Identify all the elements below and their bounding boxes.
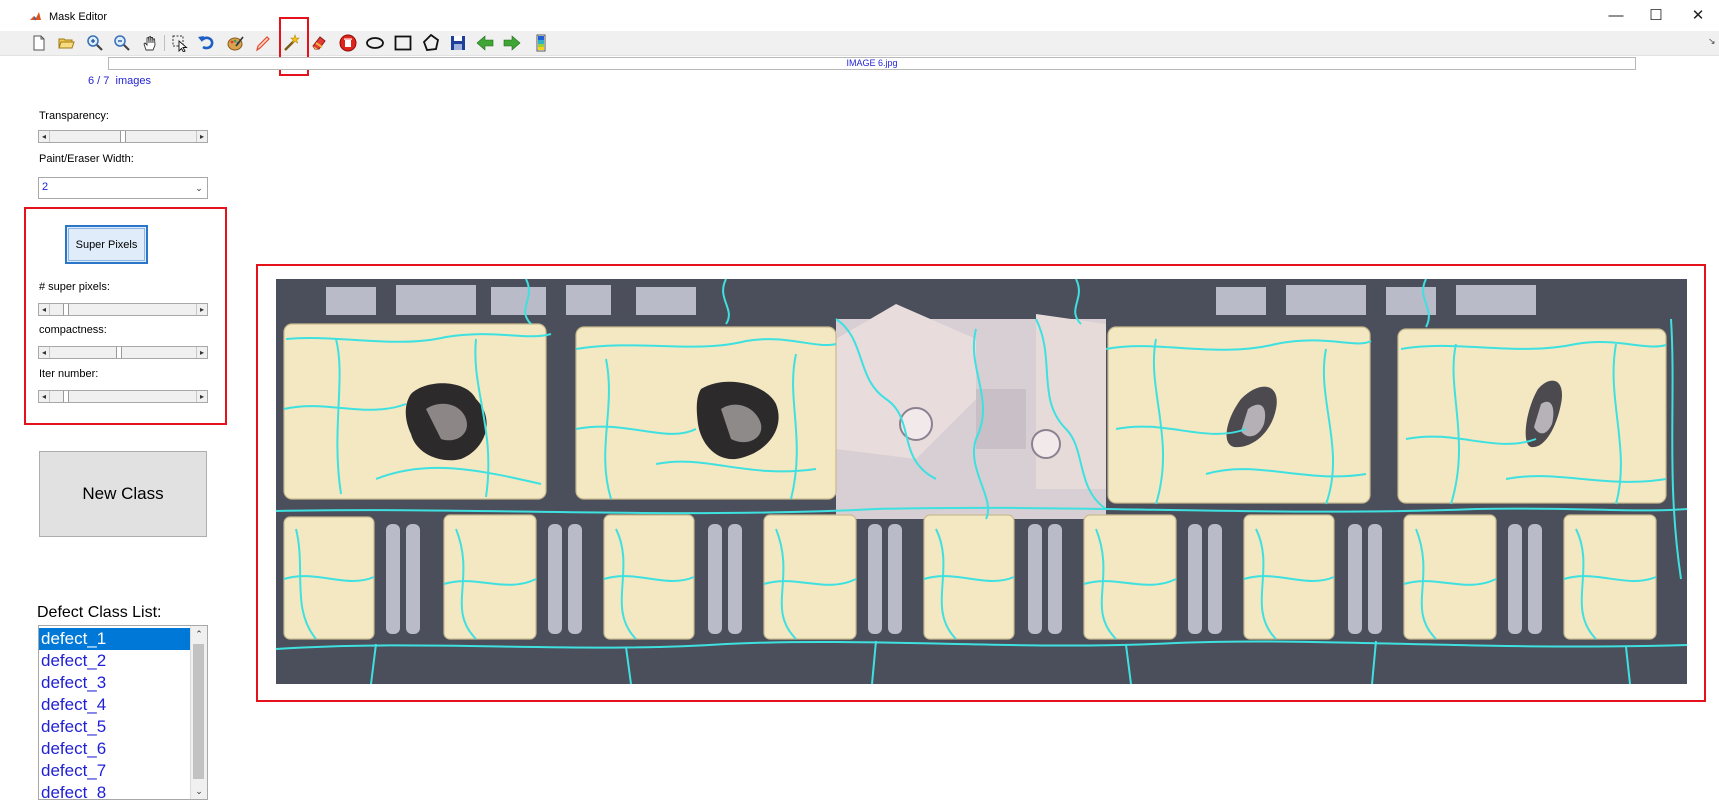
num-superpixels-label: # super pixels: [39, 281, 110, 293]
pencil-icon[interactable] [252, 33, 274, 53]
list-item[interactable]: defect_5 [39, 716, 191, 738]
list-item[interactable]: defect_1 [39, 628, 191, 650]
close-button[interactable]: ✕ [1678, 4, 1718, 26]
pan-hand-icon[interactable] [139, 33, 161, 53]
list-item[interactable]: defect_6 [39, 738, 191, 760]
zoom-in-icon[interactable] [84, 33, 106, 53]
num-superpixels-slider[interactable]: ◂ ▸ [38, 303, 208, 316]
slider-right-icon[interactable]: ▸ [196, 347, 207, 358]
brush-width-value: 2 [42, 181, 49, 193]
file-name: IMAGE 6.jpg [846, 58, 898, 68]
window-title: Mask Editor [49, 11, 108, 23]
pcb-center-mechanism [836, 304, 1106, 519]
list-item[interactable]: defect_4 [39, 694, 191, 716]
super-pixels-button[interactable]: Super Pixels [65, 225, 148, 264]
iter-number-label: Iter number: [39, 368, 99, 380]
slider-left-icon[interactable]: ◂ [39, 347, 50, 358]
compactness-slider[interactable]: ◂ ▸ [38, 346, 208, 359]
palette-icon[interactable] [224, 33, 246, 53]
new-class-button[interactable]: New Class [39, 451, 207, 537]
iter-number-slider[interactable]: ◂ ▸ [38, 390, 208, 403]
toolbar [0, 31, 1719, 56]
compactness-label: compactness: [39, 324, 107, 336]
slider-left-icon[interactable]: ◂ [39, 304, 50, 315]
zoom-out-icon[interactable] [111, 33, 133, 53]
scroll-down-icon[interactable]: ⌄ [191, 783, 207, 799]
scrollbar-thumb[interactable] [193, 644, 204, 779]
file-name-bar: IMAGE 6.jpg [108, 57, 1636, 70]
pcb-image-canvas[interactable] [276, 279, 1687, 684]
image-counter: 6 / 7 images [88, 75, 151, 87]
defect-class-list-title: Defect Class List: [37, 604, 162, 621]
eraser-icon[interactable] [308, 33, 330, 53]
pcb-small-pads [283, 514, 1657, 640]
chevron-down-icon[interactable]: ⌄ [191, 178, 207, 198]
list-item[interactable]: defect_8 [39, 782, 191, 799]
undo-icon[interactable] [195, 33, 217, 53]
transparency-label: Transparency: [39, 110, 109, 122]
slider-right-icon[interactable]: ▸ [196, 391, 207, 402]
slider-left-icon[interactable]: ◂ [39, 391, 50, 402]
new-file-icon[interactable] [28, 33, 50, 53]
slider-left-icon[interactable]: ◂ [39, 131, 50, 142]
maximize-button[interactable]: ☐ [1636, 4, 1676, 26]
transparency-slider[interactable]: ◂ ▸ [38, 130, 208, 143]
slider-right-icon[interactable]: ▸ [196, 304, 207, 315]
list-item[interactable]: defect_3 [39, 672, 191, 694]
list-scrollbar[interactable]: ⌃ ⌄ [190, 626, 207, 799]
slider-thumb[interactable] [63, 391, 69, 402]
clear-icon[interactable] [337, 33, 359, 53]
rectangle-icon[interactable] [392, 33, 414, 53]
toolbar-separator [164, 35, 165, 51]
open-folder-icon[interactable] [55, 33, 77, 53]
brush-width-dropdown[interactable]: 2 ⌄ [38, 177, 208, 199]
scroll-up-icon[interactable]: ⌃ [191, 626, 207, 642]
polygon-icon[interactable] [420, 33, 442, 53]
ellipse-icon[interactable] [364, 33, 386, 53]
slider-thumb[interactable] [116, 347, 122, 358]
previous-arrow-icon[interactable] [474, 33, 496, 53]
minimize-button[interactable]: — [1596, 4, 1636, 26]
slider-thumb[interactable] [63, 304, 69, 315]
colorbar-icon[interactable] [530, 33, 552, 53]
select-pointer-icon[interactable] [169, 33, 191, 53]
next-arrow-icon[interactable] [501, 33, 523, 53]
title-bar [0, 0, 1719, 30]
brush-width-label: Paint/Eraser Width: [39, 153, 134, 165]
list-item[interactable]: defect_2 [39, 650, 191, 672]
slider-thumb[interactable] [120, 131, 126, 142]
slider-right-icon[interactable]: ▸ [196, 131, 207, 142]
matlab-app-icon [29, 10, 42, 23]
defect-class-list[interactable]: defect_1 defect_2 defect_3 defect_4 defe… [38, 625, 208, 800]
toolbar-overflow-icon[interactable]: ↘ [1708, 36, 1716, 47]
save-icon[interactable] [447, 33, 469, 53]
list-item[interactable]: defect_7 [39, 760, 191, 782]
